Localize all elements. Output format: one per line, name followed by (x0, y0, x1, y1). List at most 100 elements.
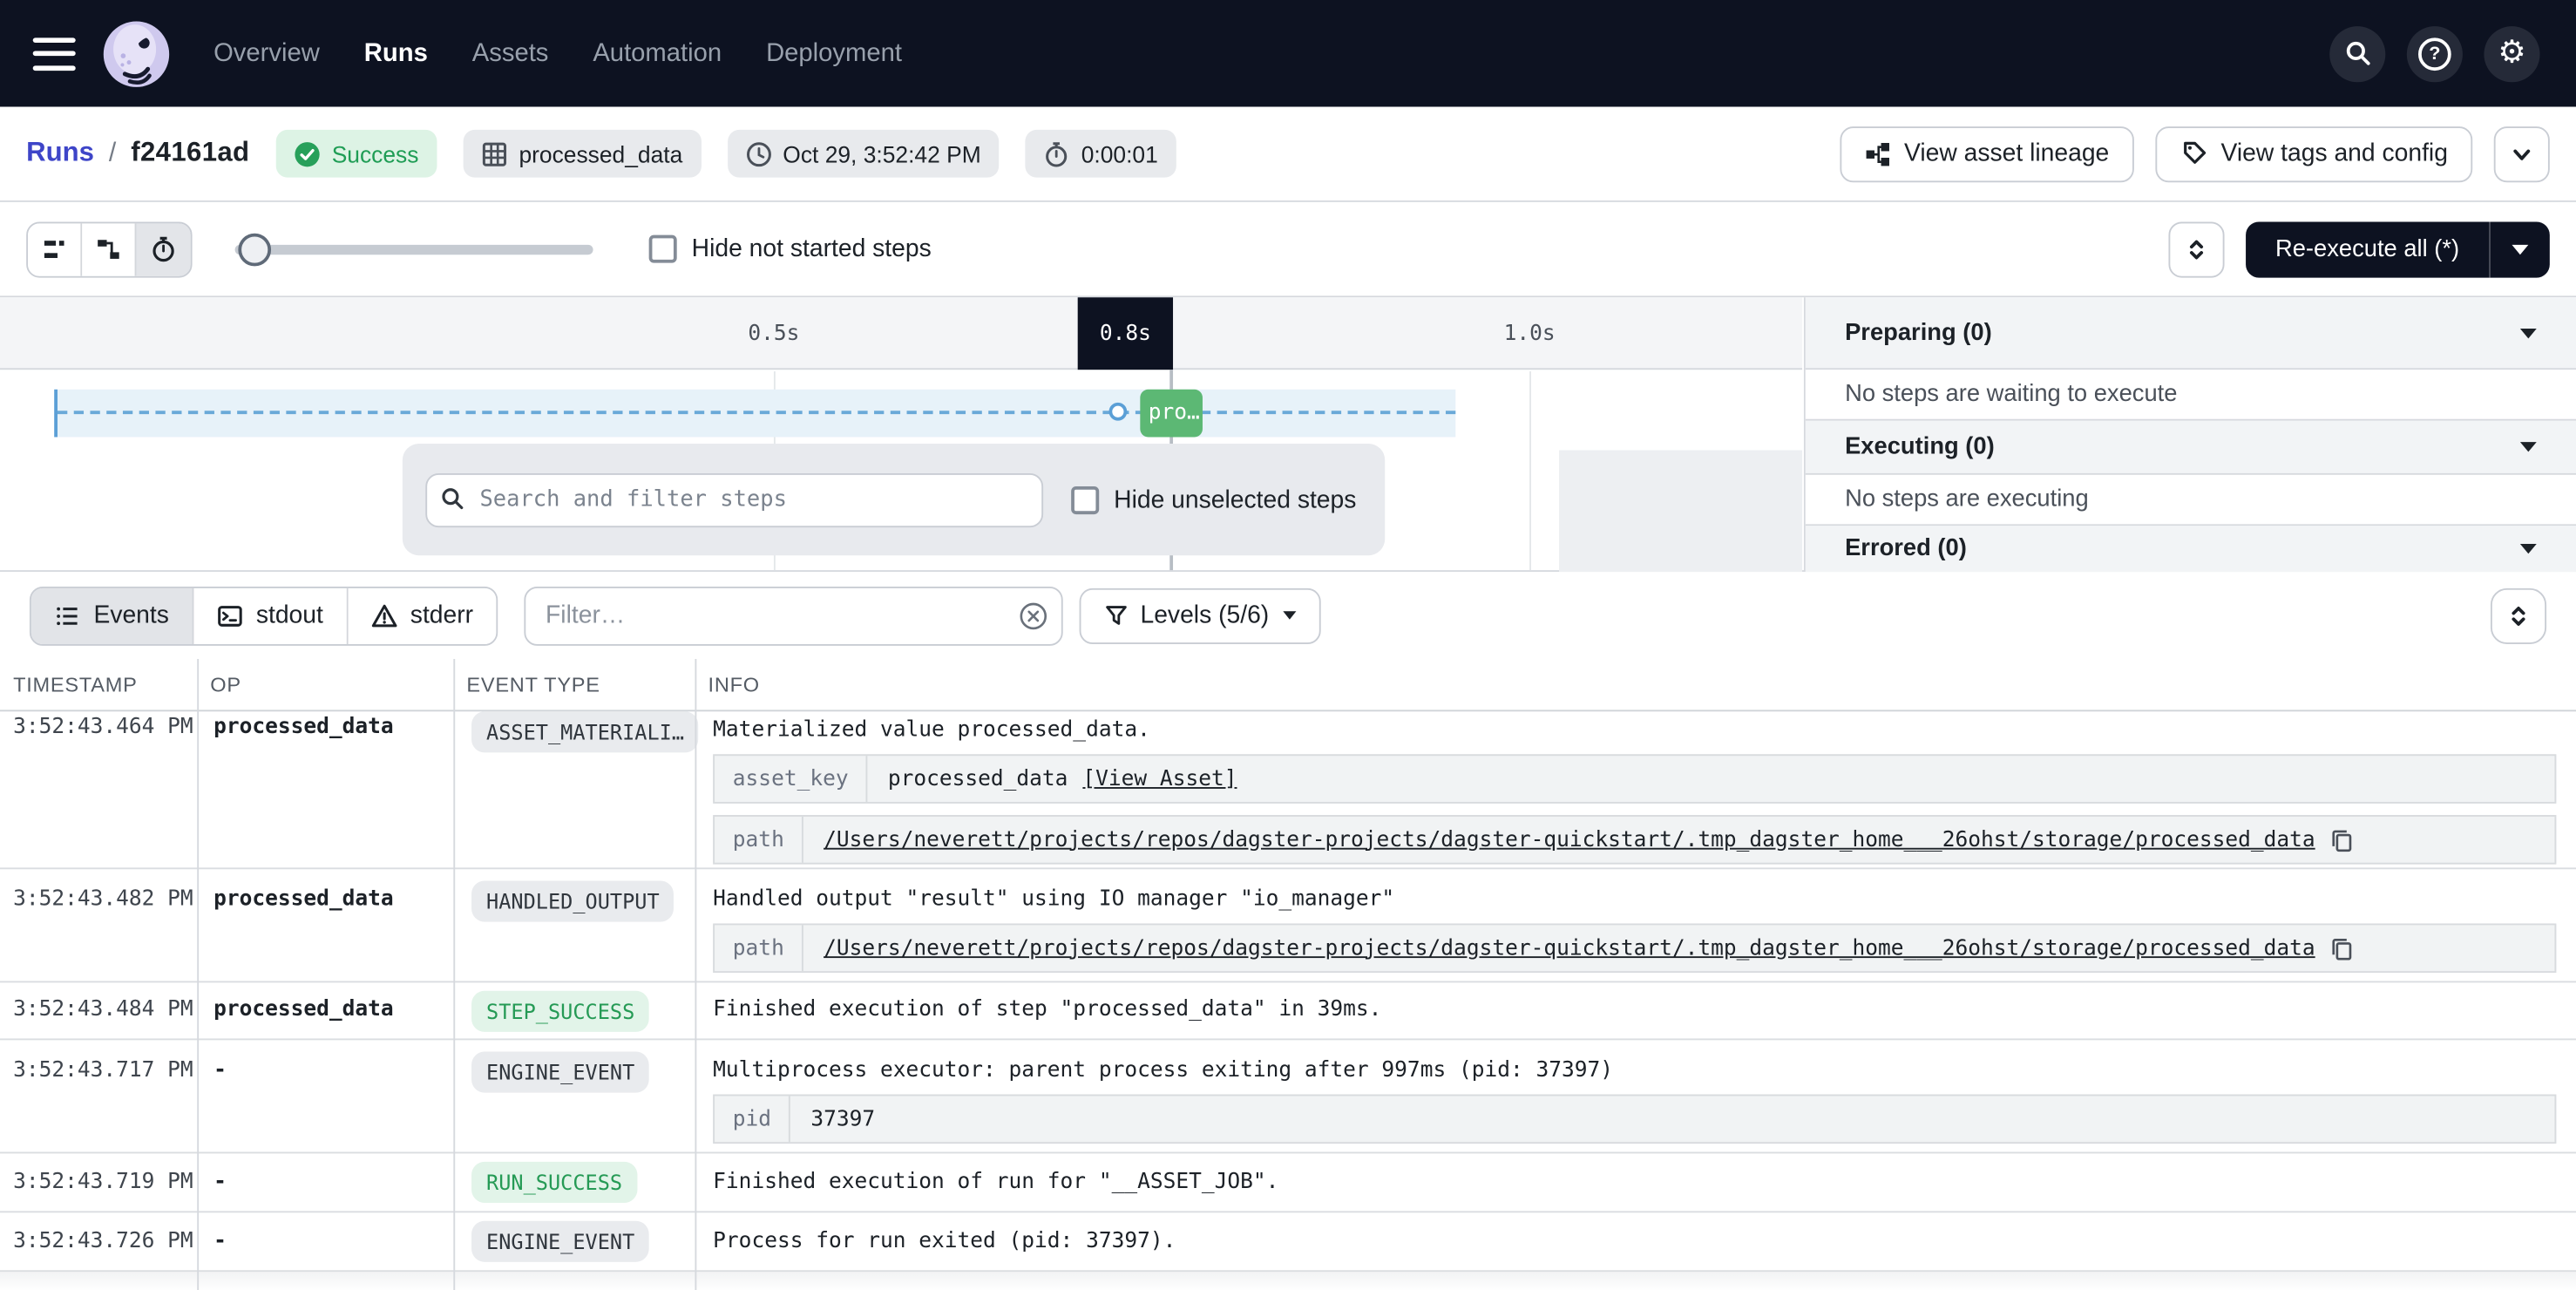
help-button[interactable]: ? (2407, 25, 2463, 81)
event-row[interactable]: 3:52:43.717 PM - ENGINE_EVENT Multiproce… (0, 1040, 2576, 1153)
gantt-time-axis: 0.5s 1.0s (0, 297, 1802, 370)
step-filter-panel: Hide unselected steps (403, 444, 1385, 555)
run-details-page: Overview Runs Assets Automation Deployme… (0, 0, 2576, 1290)
duration-tag: 0:00:01 (1026, 130, 1176, 178)
run-actions-menu-button[interactable] (2494, 126, 2550, 181)
tab-stdout[interactable]: stdout (193, 587, 348, 643)
event-info-text: Materialized value processed_data. (713, 718, 2556, 743)
event-row[interactable]: 3:52:43.484 PM processed_data STEP_SUCCE… (0, 982, 2576, 1040)
event-type-chip: RUN_SUCCESS (471, 1162, 637, 1203)
axis-tick-05: 0.5s (748, 297, 799, 370)
nav-item-overview[interactable]: Overview (214, 38, 320, 68)
view-mode-toggle (26, 221, 192, 277)
event-info-text: Handled output "result" using IO manager… (713, 887, 2556, 912)
gantt-toolbar: Hide not started steps Re-execute all (*… (0, 202, 2576, 297)
log-view-tabs: Events stdout stderr (30, 586, 498, 645)
check-circle-icon (294, 140, 320, 166)
event-op: processed_data (214, 887, 394, 912)
log-filter-input[interactable] (525, 586, 1063, 645)
nav-item-runs[interactable]: Runs (364, 38, 428, 68)
view-mode-waterfall-button[interactable] (82, 222, 136, 275)
tab-events[interactable]: Events (31, 587, 193, 643)
preparing-section-header[interactable]: Preparing (0) (1806, 297, 2576, 370)
top-nav: Overview Runs Assets Automation Deployme… (0, 0, 2576, 107)
dependency-band (54, 390, 1455, 438)
event-op: processed_data (214, 715, 394, 739)
tab-stderr[interactable]: stderr (348, 587, 496, 643)
settings-button[interactable]: ⚙ (2484, 25, 2539, 81)
col-op: OP (197, 673, 453, 696)
event-type-chip: STEP_SUCCESS (471, 991, 649, 1032)
menu-icon[interactable] (33, 37, 76, 70)
view-mode-timed-button[interactable] (136, 222, 190, 275)
help-icon: ? (2418, 37, 2451, 70)
col-info: INFO (695, 673, 2576, 696)
copy-icon[interactable] (2330, 827, 2355, 852)
hide-unselected-checkbox[interactable] (1071, 485, 1099, 513)
reexecute-menu-button[interactable] (2489, 221, 2550, 277)
run-header: Runs / f24161ad Success processed_data O… (0, 107, 2576, 202)
kv-key: path (715, 925, 803, 971)
hide-not-started-label: Hide not started steps (692, 235, 932, 263)
table-icon (481, 140, 507, 166)
warning-icon (371, 602, 397, 628)
nav-item-automation[interactable]: Automation (593, 38, 722, 68)
up-down-chevrons-icon (2183, 236, 2209, 262)
nav-item-deployment[interactable]: Deployment (766, 38, 902, 68)
clock-icon (745, 140, 771, 166)
col-event-type: EVENT TYPE (453, 673, 695, 696)
breadcrumb-separator: / (109, 139, 116, 168)
event-row[interactable]: 3:52:43.719 PM - RUN_SUCCESS Finished ex… (0, 1153, 2576, 1212)
log-panel-resize-button[interactable] (2491, 587, 2546, 643)
chevron-down-icon (1284, 611, 1297, 619)
event-timestamp: 3:52:43.726 PM (13, 1229, 193, 1253)
nav-item-assets[interactable]: Assets (472, 38, 549, 68)
event-timestamp: 3:52:43.464 PM (13, 715, 193, 739)
panel-resize-button[interactable] (2168, 221, 2224, 277)
levels-filter-button[interactable]: Levels (5/6) (1080, 587, 1322, 643)
copy-icon[interactable] (2330, 936, 2355, 961)
timeline-overflow-region (1559, 451, 1802, 573)
dagster-logo-icon[interactable] (102, 19, 171, 88)
event-type-chip: ENGINE_EVENT (471, 1052, 649, 1093)
events-table: TIMESTAMP OP EVENT TYPE INFO 3:52:43.464… (0, 659, 2576, 1290)
kv-value: processed_data (888, 766, 1068, 791)
executing-section-header[interactable]: Executing (0) (1806, 421, 2576, 475)
view-asset-link[interactable]: [View Asset] (1082, 766, 1237, 791)
event-op: - (214, 1229, 227, 1253)
caret-down-icon (2520, 328, 2537, 337)
search-button[interactable] (2329, 25, 2385, 81)
axis-hover-tick: 0.8s (1078, 297, 1173, 370)
gantt-chart: 0.5s 1.0s 0.8s pro… Hide unselected step… (0, 297, 2576, 572)
hide-unselected-label: Hide unselected steps (1114, 485, 1356, 513)
event-timestamp: 3:52:43.717 PM (13, 1058, 193, 1083)
zoom-slider[interactable] (235, 221, 593, 277)
view-mode-flat-button[interactable] (28, 222, 82, 275)
event-row[interactable]: 3:52:43.464 PM processed_data ASSET_MATE… (0, 711, 2576, 869)
step-search-input[interactable] (425, 472, 1043, 526)
clear-filter-icon[interactable] (1019, 601, 1048, 630)
reexecute-all-button[interactable]: Re-execute all (*) (2246, 221, 2489, 277)
zoom-slider-track[interactable] (235, 244, 593, 254)
errored-section-header[interactable]: Errored (0) (1806, 526, 2576, 572)
view-tags-config-button[interactable]: View tags and config (2155, 126, 2472, 181)
event-info-text: Process for run exited (pid: 37397). (713, 1229, 2556, 1253)
asset-tag[interactable]: processed_data (463, 130, 701, 178)
events-table-header: TIMESTAMP OP EVENT TYPE INFO (0, 659, 2576, 711)
zoom-slider-handle[interactable] (238, 233, 271, 266)
step-status-panel: Preparing (0) No steps are waiting to ex… (1804, 297, 2576, 572)
event-op: processed_data (214, 997, 394, 1022)
event-row[interactable]: 3:52:43.726 PM - ENGINE_EVENT Process fo… (0, 1212, 2576, 1272)
path-link[interactable]: /Users/neverett/projects/repos/dagster-p… (824, 936, 2315, 961)
hide-not-started-checkbox[interactable] (649, 235, 677, 263)
path-link[interactable]: /Users/neverett/projects/repos/dagster-p… (824, 827, 2315, 852)
axis-tick-10: 1.0s (1504, 297, 1556, 370)
funnel-icon (1104, 603, 1129, 628)
breadcrumb-runs-link[interactable]: Runs (26, 138, 94, 169)
view-asset-lineage-button[interactable]: View asset lineage (1840, 126, 2133, 181)
step-bar-processed-data[interactable]: pro… (1140, 390, 1203, 438)
search-icon (2343, 39, 2371, 67)
event-row[interactable]: 3:52:43.482 PM processed_data HANDLED_OU… (0, 869, 2576, 982)
event-list-icon (54, 602, 80, 628)
path-row: path /Users/neverett/projects/repos/dags… (713, 923, 2556, 973)
